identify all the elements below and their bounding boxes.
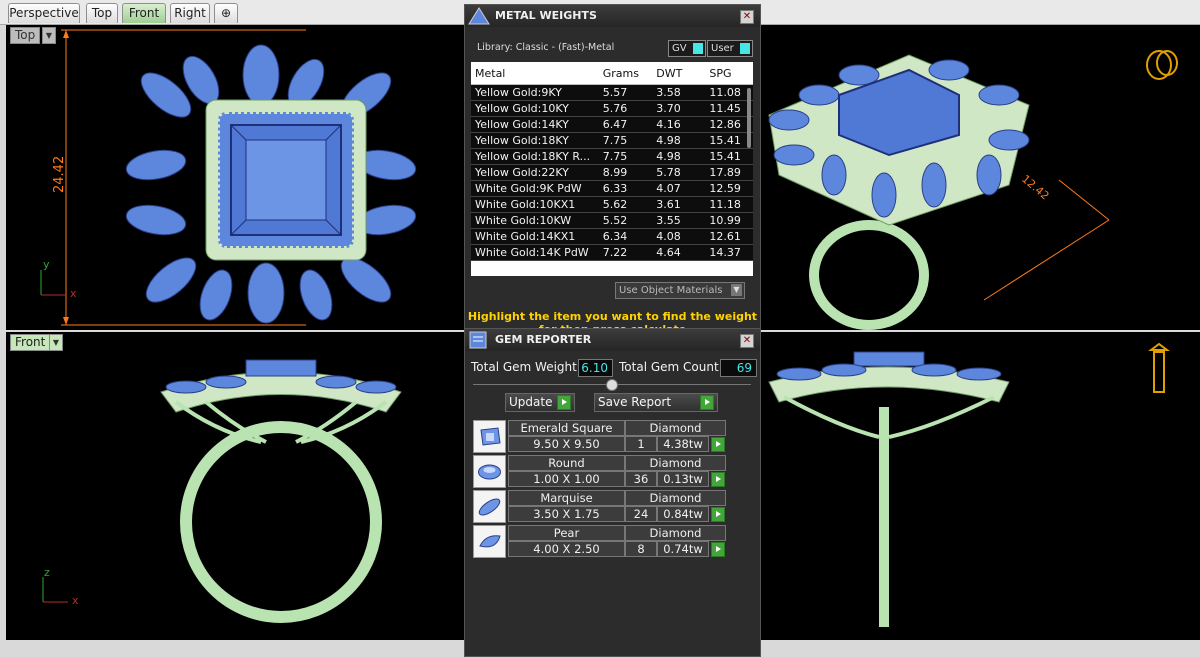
table-row[interactable]: White Gold:10KX1 5.62 3.61 11.18 — [471, 196, 753, 213]
tab-perspective[interactable]: Perspective — [8, 3, 80, 23]
perspective-view-render: 12.42 — [768, 50, 1178, 330]
table-row[interactable]: Yellow Gold:9KY 5.57 3.58 11.08 — [471, 84, 753, 101]
gem-count: 36 — [625, 471, 657, 487]
use-object-materials-select[interactable]: Use Object Materials ▼ — [615, 282, 745, 299]
gem-count: 24 — [625, 506, 657, 522]
pear-gem-icon — [473, 525, 506, 558]
gem-row[interactable]: Pear 4.00 X 2.50 Diamond 8 0.74tw — [473, 525, 726, 558]
table-row[interactable]: White Gold:10KW 5.52 3.55 10.99 — [471, 212, 753, 229]
gem-weight: 0.74tw — [657, 541, 709, 557]
total-gem-count-value: 69 — [720, 359, 757, 377]
chevron-down-icon[interactable]: ▼ — [731, 284, 742, 296]
gem-row[interactable]: Marquise 3.50 X 1.75 Diamond 24 0.84tw — [473, 490, 726, 523]
play-icon[interactable] — [711, 507, 725, 522]
gem-size: 9.50 X 9.50 — [508, 436, 625, 452]
round-gem-icon — [473, 455, 506, 488]
gem-count: 1 — [625, 436, 657, 452]
front-viewport[interactable]: Front ▼ z x — [6, 332, 464, 640]
table-row[interactable]: White Gold:14K PdW 7.22 4.64 14.37 — [471, 244, 753, 261]
gem-material: Diamond — [625, 490, 726, 506]
play-icon — [700, 395, 714, 410]
gem-reporter-titlebar: GEM REPORTER ✕ — [465, 329, 760, 351]
gem-shape: Emerald Square — [508, 420, 625, 436]
gv-toggle[interactable]: GV — [668, 40, 706, 57]
metal-weights-panel: METAL WEIGHTS ✕ Library: Classic - (Fast… — [464, 4, 761, 332]
user-toggle[interactable]: User — [707, 40, 753, 57]
play-icon[interactable] — [711, 472, 725, 487]
dimension-label: 12.42 — [1019, 172, 1051, 202]
gem-weight: 4.38tw — [657, 436, 709, 452]
total-gem-count-label: Total Gem Count — [619, 360, 719, 374]
panel-title: METAL WEIGHTS — [495, 9, 597, 22]
table-row[interactable]: Yellow Gold:18KY 7.75 4.98 15.41 — [471, 132, 753, 149]
total-gem-weight-value: 6.10 — [578, 359, 613, 377]
table-row[interactable]: White Gold:14KX1 6.34 4.08 12.61 — [471, 228, 753, 245]
metal-table-container[interactable]: Metal Grams DWT SPG Yellow Gold:9KY 5.57 3… — [471, 62, 753, 276]
instruction-text: Highlight the item you want to find the … — [467, 310, 758, 323]
gem-size: 4.00 X 2.50 — [508, 541, 625, 557]
marquise-gem-icon — [473, 490, 506, 523]
gem-row[interactable]: Emerald Square 9.50 X 9.50 Diamond 1 4.3… — [473, 420, 726, 453]
play-icon[interactable] — [711, 542, 725, 557]
z-axis-label: z — [44, 566, 50, 579]
gem-shape: Pear — [508, 525, 625, 541]
ring-icon — [1146, 50, 1178, 80]
gem-size: 3.50 X 1.75 — [508, 506, 625, 522]
gem-material: Diamond — [625, 525, 726, 541]
gem-count: 8 — [625, 541, 657, 557]
gem-weight: 0.84tw — [657, 506, 709, 522]
table-row[interactable]: White Gold:9K PdW 6.33 4.07 12.59 — [471, 180, 753, 197]
panel-title: GEM REPORTER — [495, 333, 592, 346]
tab-top[interactable]: Top — [86, 3, 118, 23]
tab-right[interactable]: Right — [170, 3, 210, 23]
table-row[interactable]: Yellow Gold:22KY 8.99 5.78 17.89 — [471, 164, 753, 181]
x-axis-label: x — [70, 287, 77, 300]
gem-weight: 0.13tw — [657, 471, 709, 487]
perspective-viewport[interactable]: 12.42 — [759, 25, 1200, 330]
tab-front[interactable]: Front — [122, 3, 166, 23]
metal-weights-titlebar: METAL WEIGHTS ✕ — [465, 5, 760, 27]
dimension-label: 24.42 — [52, 156, 67, 193]
right-view-render — [768, 342, 1170, 627]
gem-material: Diamond — [625, 455, 726, 471]
close-icon[interactable]: ✕ — [740, 334, 754, 348]
top-viewport[interactable]: Top ▼ 24.42 y x — [6, 25, 464, 330]
library-label: Library: Classic - (Fast)-Metal — [477, 42, 615, 53]
table-row[interactable]: Yellow Gold:14KY 6.47 4.16 12.86 — [471, 116, 753, 133]
table-scrollbar[interactable] — [747, 88, 751, 148]
table-row[interactable]: Yellow Gold:18KY R... 7.75 4.98 15.41 — [471, 148, 753, 165]
play-icon — [557, 395, 571, 410]
gem-size: 1.00 X 1.00 — [508, 471, 625, 487]
play-icon[interactable] — [711, 437, 725, 452]
gem-shape: Round — [508, 455, 625, 471]
update-button[interactable]: Update — [505, 393, 575, 412]
top-view-render: 24.42 — [40, 29, 417, 326]
emerald-square-gem-icon — [473, 420, 506, 453]
total-gem-weight-label: Total Gem Weight — [471, 360, 577, 374]
add-tab-icon[interactable]: ⊕ — [214, 3, 238, 23]
column-header[interactable]: SPG — [705, 62, 753, 85]
column-header[interactable]: DWT — [652, 62, 706, 85]
gem-row[interactable]: Round 1.00 X 1.00 Diamond 36 0.13tw — [473, 455, 726, 488]
gem-material: Diamond — [625, 420, 726, 436]
column-header[interactable]: Metal — [471, 62, 599, 85]
collapse-handle[interactable] — [606, 379, 618, 391]
gem-shape: Marquise — [508, 490, 625, 506]
x-axis-label: x — [72, 594, 79, 607]
column-header[interactable]: Grams — [598, 62, 653, 85]
save-report-button[interactable]: Save Report — [594, 393, 718, 412]
scale-icon — [468, 7, 490, 25]
y-axis-label: y — [43, 258, 50, 271]
metal-table: Metal Grams DWT SPG Yellow Gold:9KY 5.57 3… — [471, 62, 753, 261]
gem-report-icon — [469, 331, 487, 349]
ring-icon — [1148, 342, 1170, 393]
close-icon[interactable]: ✕ — [740, 10, 754, 24]
gem-reporter-panel: GEM REPORTER ✕ Total Gem Weight 6.10 Tot… — [464, 328, 761, 657]
right-viewport[interactable] — [759, 332, 1200, 640]
table-row[interactable]: Yellow Gold:10KY 5.76 3.70 11.45 — [471, 100, 753, 117]
